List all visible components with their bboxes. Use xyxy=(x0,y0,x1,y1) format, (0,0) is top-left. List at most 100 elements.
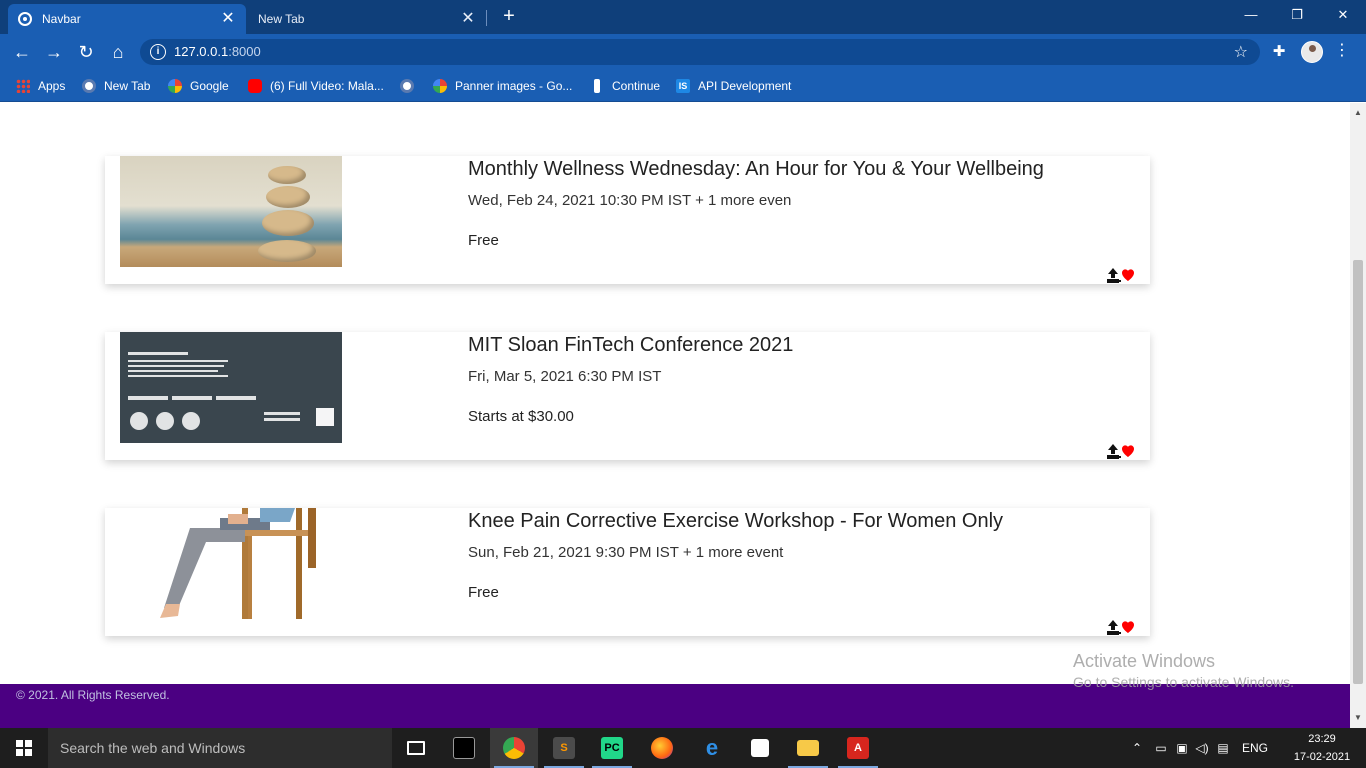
taskbar-app-pycharm[interactable]: PC xyxy=(588,728,636,768)
network-icon[interactable]: ▣ xyxy=(1172,741,1192,755)
taskbar-search-box[interactable]: Search the web and Windows xyxy=(48,728,392,768)
fintech-conference-image[interactable] xyxy=(120,332,342,443)
watermark-title: Activate Windows xyxy=(1073,651,1216,671)
page-scrollbar[interactable]: ▲ ▼ xyxy=(1350,103,1366,728)
close-tab-icon[interactable]: ✕ xyxy=(460,11,476,27)
task-view-button[interactable] xyxy=(392,728,440,768)
activation-watermark: Activate Windows Go to Settings to activ… xyxy=(1073,651,1294,690)
volume-icon[interactable]: ◁) xyxy=(1192,741,1212,755)
globe-icon xyxy=(82,79,96,93)
chrome-icon xyxy=(503,737,525,759)
tab-strip: Navbar ✕ New Tab ✕ + — ❐ ✕ xyxy=(0,0,1366,34)
home-icon[interactable]: ⌂ xyxy=(106,40,130,64)
heart-icon[interactable] xyxy=(1120,267,1136,283)
address-bar[interactable]: i 127.0.0.1:8000 ☆ xyxy=(140,39,1260,65)
stacked-stones-image[interactable] xyxy=(120,156,342,267)
heart-icon[interactable] xyxy=(1120,619,1136,635)
event-price: Starts at $30.00 xyxy=(468,408,574,425)
event-date: Wed, Feb 24, 2021 10:30 PM IST + 1 more … xyxy=(468,192,792,209)
taskbar-app-firefox[interactable] xyxy=(638,728,686,768)
share-upload-icon[interactable] xyxy=(1105,268,1120,282)
bookmark-panner-images[interactable]: Panner images - Go... xyxy=(433,76,572,96)
globe-icon xyxy=(18,12,32,26)
woman-on-chair-image[interactable] xyxy=(120,508,342,619)
event-title[interactable]: Knee Pain Corrective Exercise Workshop -… xyxy=(468,510,1003,533)
scroll-down-icon[interactable]: ▼ xyxy=(1354,714,1362,722)
taskbar-clock[interactable]: 23:29 17-02-2021 xyxy=(1290,730,1354,766)
event-date: Fri, Mar 5, 2021 6:30 PM IST xyxy=(468,368,662,385)
scroll-up-icon[interactable]: ▲ xyxy=(1354,109,1362,117)
page-content: Monthly Wellness Wednesday: An Hour for … xyxy=(0,103,1350,684)
new-tab-button[interactable]: + xyxy=(498,5,520,29)
bookmark-google[interactable]: Google xyxy=(168,76,229,96)
bookmark-continue[interactable]: Continue xyxy=(590,76,660,96)
card-actions xyxy=(1105,267,1136,283)
taskbar-app-store[interactable] xyxy=(736,728,784,768)
reload-icon[interactable]: ↻ xyxy=(74,40,98,64)
browser-menu-icon[interactable]: ⋮ xyxy=(1334,40,1350,64)
heart-icon[interactable] xyxy=(1120,443,1136,459)
forward-icon[interactable]: → xyxy=(42,40,66,64)
bookmark-label: Apps xyxy=(38,79,66,93)
pycharm-icon: PC xyxy=(601,737,623,759)
bookmark-globe[interactable] xyxy=(400,76,422,96)
terminal-icon xyxy=(453,737,475,759)
extensions-puzzle-icon[interactable]: ✚ xyxy=(1270,42,1288,60)
event-card[interactable]: MIT Sloan FinTech Conference 2021 Fri, M… xyxy=(105,332,1150,460)
taskbar-app-acrobat[interactable]: A xyxy=(834,728,882,768)
bookmark-label: API Development xyxy=(698,79,792,93)
url-text[interactable]: 127.0.0.1:8000 xyxy=(174,44,261,59)
taskbar-search-placeholder: Search the web and Windows xyxy=(60,740,246,756)
pdf-icon: A xyxy=(847,737,869,759)
taskbar-app-chrome[interactable] xyxy=(490,728,538,768)
scrollbar-thumb[interactable] xyxy=(1353,260,1363,684)
taskbar-app-sublime[interactable]: S xyxy=(540,728,588,768)
tab-navbar[interactable]: Navbar ✕ xyxy=(8,4,246,34)
event-price: Free xyxy=(468,232,499,249)
taskbar-app-edge[interactable]: e xyxy=(688,728,736,768)
notification-icon[interactable]: ▤ xyxy=(1212,741,1234,755)
tool-icon xyxy=(594,79,600,93)
event-title[interactable]: Monthly Wellness Wednesday: An Hour for … xyxy=(468,158,1044,181)
bookmark-full-video[interactable]: (6) Full Video: Mala... xyxy=(248,76,384,96)
browser-toolbar: ← → ↻ ⌂ i 127.0.0.1:8000 ☆ ✚ ⋮ xyxy=(0,34,1366,70)
start-button[interactable] xyxy=(0,728,48,768)
event-card[interactable]: Monthly Wellness Wednesday: An Hour for … xyxy=(105,156,1150,284)
language-indicator[interactable]: ENG xyxy=(1242,741,1268,755)
share-upload-icon[interactable] xyxy=(1105,444,1120,458)
system-tray: ⌃ ▭ ▣ ◁) ▤ ENG xyxy=(1130,728,1268,768)
bookmark-api-development[interactable]: IS API Development xyxy=(676,76,791,96)
event-date: Sun, Feb 21, 2021 9:30 PM IST + 1 more e… xyxy=(468,544,784,561)
watermark-subtitle: Go to Settings to activate Windows. xyxy=(1073,674,1294,690)
task-view-icon xyxy=(407,741,425,755)
tab-new-tab[interactable]: New Tab ✕ xyxy=(248,4,486,34)
folder-icon xyxy=(797,740,819,756)
bookmark-star-icon[interactable]: ☆ xyxy=(1234,42,1248,62)
clock-date: 17-02-2021 xyxy=(1293,751,1351,763)
close-tab-icon[interactable]: ✕ xyxy=(220,11,236,27)
restore-icon[interactable]: ❐ xyxy=(1274,4,1320,28)
card-actions xyxy=(1105,619,1136,635)
is-icon: IS xyxy=(676,79,690,93)
share-upload-icon[interactable] xyxy=(1105,620,1120,634)
back-icon[interactable]: ← xyxy=(10,40,34,64)
event-card[interactable]: Knee Pain Corrective Exercise Workshop -… xyxy=(105,508,1150,636)
taskbar-app-explorer[interactable] xyxy=(784,728,832,768)
minimize-icon[interactable]: — xyxy=(1228,4,1274,28)
bookmark-label: New Tab xyxy=(104,79,151,93)
battery-icon[interactable]: ▭ xyxy=(1150,741,1172,755)
firefox-icon xyxy=(651,737,673,759)
site-info-icon[interactable]: i xyxy=(150,44,166,60)
windows-taskbar: Search the web and Windows S PC e A ⌃ ▭ … xyxy=(0,728,1366,768)
tray-chevron-icon[interactable]: ⌃ xyxy=(1130,741,1144,755)
bookmark-new-tab[interactable]: New Tab xyxy=(82,76,150,96)
profile-avatar[interactable] xyxy=(1301,41,1323,63)
bookmark-label: Continue xyxy=(612,79,661,93)
close-window-icon[interactable]: ✕ xyxy=(1320,4,1366,28)
event-title[interactable]: MIT Sloan FinTech Conference 2021 xyxy=(468,334,793,357)
google-icon xyxy=(433,79,447,93)
taskbar-app-terminal[interactable] xyxy=(440,728,488,768)
bookmark-apps[interactable]: Apps xyxy=(16,76,65,96)
card-actions xyxy=(1105,443,1136,459)
site-footer: © 2021. All Rights Reserved. xyxy=(0,684,1350,728)
